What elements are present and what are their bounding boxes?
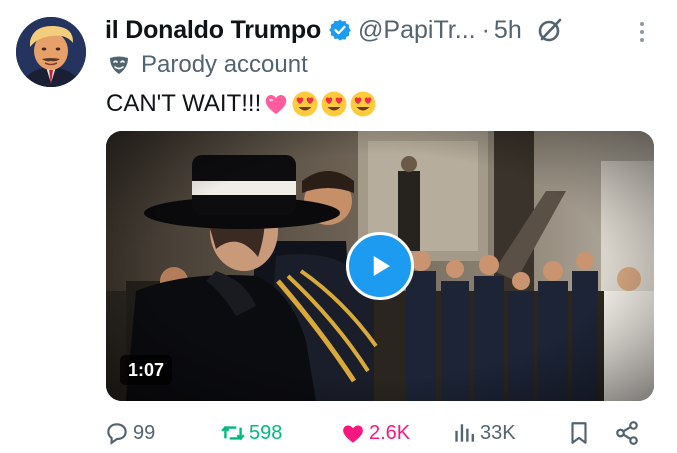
tweet-text-content: CAN'T WAIT!!! — [106, 90, 262, 117]
heart-eyes-emoji-icon — [320, 90, 348, 118]
repost-icon — [221, 425, 245, 441]
share-button[interactable] — [614, 415, 643, 451]
verified-badge-icon[interactable] — [328, 18, 352, 42]
views-icon — [455, 424, 474, 442]
tweet-text: CAN'T WAIT!!! — [106, 88, 377, 120]
like-count: 2.6K — [369, 421, 411, 444]
separator-dot: · — [481, 15, 490, 44]
like-icon — [343, 425, 363, 443]
pink-heart-emoji-icon — [262, 90, 290, 118]
video-player[interactable]: 1:07 — [106, 131, 654, 401]
reply-count: 99 — [133, 421, 156, 444]
parody-label: Parody account — [107, 50, 308, 80]
play-icon — [373, 256, 390, 276]
like-button[interactable]: 2.6K — [340, 415, 410, 451]
share-icon — [616, 421, 638, 445]
action-bar: 99 598 2.6K 33K — [0, 415, 677, 451]
tweet-header: il Donaldo Trumpo @PapiTr... · 5h — [105, 14, 564, 46]
more-icon[interactable] — [632, 17, 652, 47]
views-button[interactable]: 33K — [451, 415, 516, 451]
parody-label-text: Parody account — [141, 51, 308, 78]
reply-button[interactable]: 99 — [104, 415, 155, 451]
heart-eyes-emoji-icon — [291, 90, 319, 118]
repost-count: 598 — [249, 421, 283, 444]
reply-icon — [107, 423, 127, 445]
avatar[interactable] — [16, 17, 86, 87]
views-count: 33K — [480, 421, 516, 444]
bookmark-button[interactable] — [566, 415, 595, 451]
user-handle[interactable]: @PapiTr... — [358, 16, 476, 45]
display-name[interactable]: il Donaldo Trumpo — [105, 16, 321, 45]
timestamp[interactable]: 5h — [494, 16, 522, 45]
parody-mask-icon — [107, 53, 131, 77]
play-button[interactable] — [346, 232, 414, 300]
bookmark-icon — [571, 422, 587, 444]
repost-button[interactable]: 598 — [220, 415, 282, 451]
video-duration: 1:07 — [120, 355, 173, 385]
grok-icon[interactable] — [536, 16, 564, 44]
heart-eyes-emoji-icon — [349, 90, 377, 118]
